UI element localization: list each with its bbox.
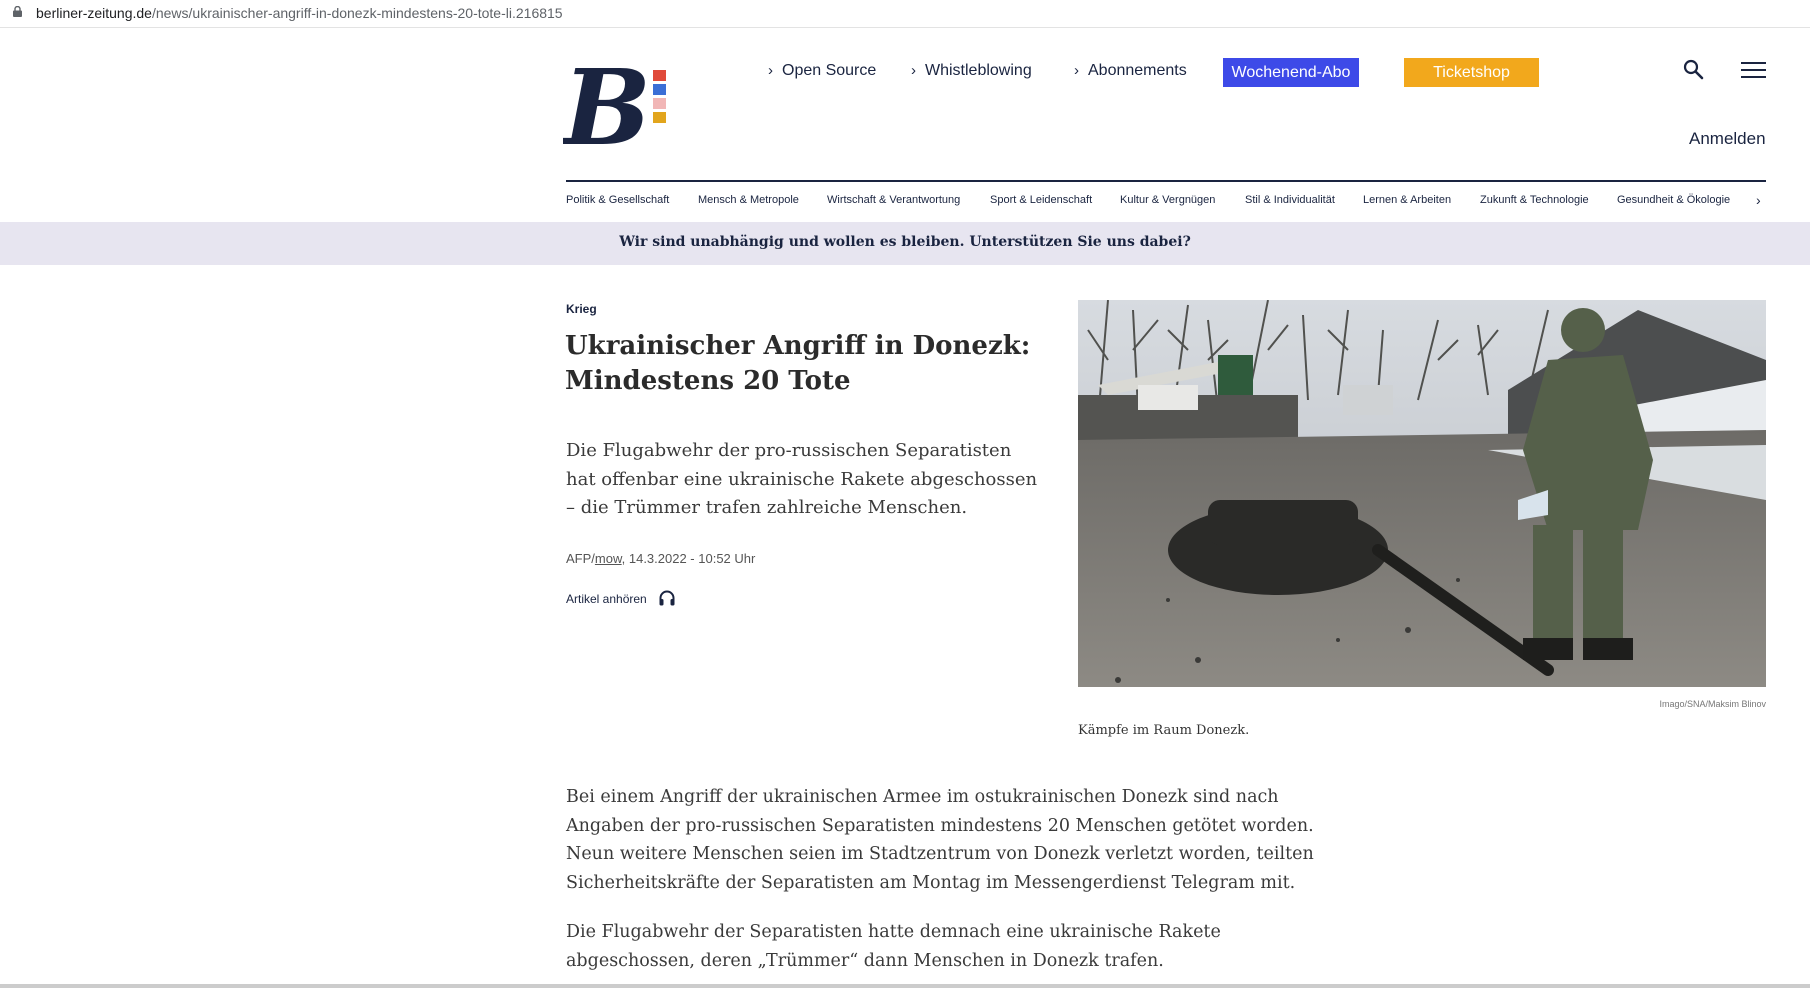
category-wirtschaft[interactable]: Wirtschaft & Verantwortung	[827, 194, 960, 206]
nav-whistleblowing[interactable]: › Whistleblowing	[911, 62, 1032, 80]
support-banner[interactable]: Wir sind unabhängig und wollen es bleibe…	[0, 222, 1810, 265]
header-divider	[566, 180, 1766, 182]
chevron-right-icon[interactable]: ›	[1756, 192, 1761, 208]
ticketshop-button[interactable]: Ticketshop	[1404, 58, 1539, 87]
byline-agency: AFP/	[566, 551, 595, 566]
svg-text:B: B	[563, 58, 651, 158]
category-gesundheit[interactable]: Gesundheit & Ökologie	[1617, 194, 1730, 206]
article-paragraph: Die Flugabwehr der Separatisten hatte de…	[566, 922, 1221, 971]
url-text: berliner-zeitung.de/news/ukrainischer-an…	[36, 5, 563, 21]
nav-abonnements[interactable]: › Abonnements	[1074, 62, 1187, 80]
category-zukunft[interactable]: Zukunft & Technologie	[1480, 194, 1589, 206]
support-banner-text: Wir sind unabhängig und wollen es bleibe…	[619, 234, 1191, 250]
berliner-zeitung-logo[interactable]: B	[563, 58, 681, 158]
browser-address-bar[interactable]: berliner-zeitung.de/news/ukrainischer-an…	[0, 0, 1810, 28]
hamburger-menu-icon[interactable]	[1741, 61, 1766, 79]
category-mensch[interactable]: Mensch & Metropole	[698, 194, 799, 206]
headphones-icon	[659, 590, 675, 606]
article-lead: Die Flugabwehr der pro-russischen Separa…	[566, 440, 1038, 518]
category-stil[interactable]: Stil & Individualität	[1245, 194, 1335, 206]
chevron-right-icon: ›	[1074, 62, 1079, 79]
horizontal-scrollbar[interactable]	[0, 984, 1810, 988]
article-kicker[interactable]: Krieg	[566, 302, 597, 316]
article-byline: AFP/mow, 14.3.2022 - 10:52 Uhr	[566, 551, 755, 566]
search-icon[interactable]	[1683, 59, 1705, 81]
listen-label: Artikel anhören	[566, 592, 647, 606]
nav-label: Abonnements	[1088, 62, 1187, 79]
login-link[interactable]: Anmelden	[1689, 129, 1766, 149]
category-sport[interactable]: Sport & Leidenschaft	[990, 194, 1092, 206]
nav-label: Open Source	[782, 62, 877, 79]
url-path: /news/ukrainischer-angriff-in-donezk-min…	[151, 5, 563, 21]
article-paragraph: Bei einem Angriff der ukrainischen Armee…	[566, 787, 1314, 893]
category-politik[interactable]: Politik & Gesellschaft	[566, 194, 669, 206]
category-nav: Politik & Gesellschaft Mensch & Metropol…	[566, 192, 1766, 210]
category-lernen[interactable]: Lernen & Arbeiten	[1363, 194, 1451, 206]
image-caption: Kämpfe im Raum Donezk.	[1078, 723, 1250, 738]
article-photo[interactable]	[1078, 300, 1766, 687]
nav-label: Whistleblowing	[925, 62, 1032, 79]
lock-icon	[13, 6, 22, 17]
chevron-right-icon: ›	[911, 62, 916, 79]
wochenend-abo-button[interactable]: Wochenend-Abo	[1223, 58, 1359, 87]
listen-article-button[interactable]: Artikel anhören	[566, 590, 675, 606]
category-kultur[interactable]: Kultur & Vergnügen	[1120, 194, 1215, 206]
byline-author-link[interactable]: mow	[595, 551, 622, 566]
article-headline: Ukrainischer Angriff in Donezk: Mindeste…	[565, 331, 1031, 396]
chevron-right-icon: ›	[768, 62, 773, 79]
url-domain: berliner-zeitung.de	[36, 5, 152, 21]
byline-date: , 14.3.2022 - 10:52 Uhr	[621, 551, 756, 566]
nav-open-source[interactable]: › Open Source	[768, 62, 876, 80]
image-credit: Imago/SNA/Maksim Blinov	[1659, 699, 1766, 709]
